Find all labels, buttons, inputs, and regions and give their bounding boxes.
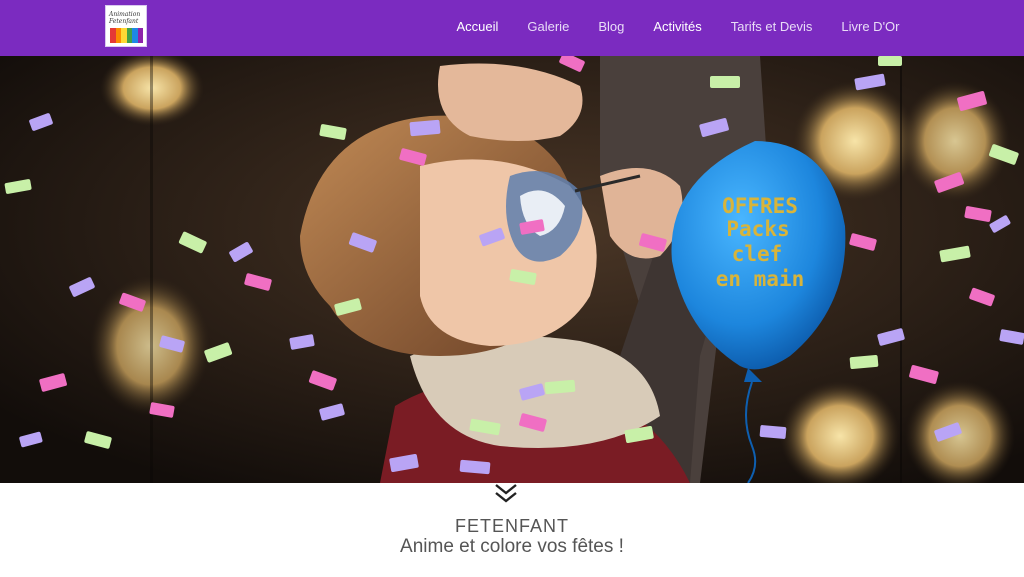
nav-accueil[interactable]: Accueil	[442, 19, 513, 34]
main-nav: Accueil Galerie Blog Activités Tarifs et…	[442, 0, 914, 52]
site-logo[interactable]: Animation Fetenfant	[105, 5, 147, 47]
nav-blog[interactable]: Blog	[584, 19, 639, 34]
balloon-line-3: clef	[732, 242, 783, 266]
brand-tagline: Anime et colore vos fêtes !	[400, 536, 624, 557]
brand-name: FETENFANT	[454, 516, 569, 536]
nav-galerie[interactable]: Galerie	[513, 19, 584, 34]
scroll-down-button[interactable]	[492, 482, 520, 504]
hero-image: OFFRES Packs clef en main	[0, 56, 1024, 483]
nav-livre-dor[interactable]: Livre D'Or	[827, 19, 914, 34]
logo-text: Animation Fetenfant	[109, 11, 141, 25]
logo-stripe	[137, 28, 143, 43]
top-navbar: Animation Fetenfant Accueil Galerie Blog…	[0, 0, 1024, 56]
balloon-line-4: en main	[716, 267, 805, 291]
nav-tarifs-devis[interactable]: Tarifs et Devis	[716, 19, 827, 34]
balloon-line-2: Packs	[726, 217, 789, 241]
hero-banner: OFFRES Packs clef en main	[0, 56, 1024, 483]
logo-stripes	[110, 28, 143, 43]
nav-activites[interactable]: Activités	[639, 19, 716, 34]
double-chevron-down-icon	[495, 484, 517, 503]
balloon-line-1: OFFRES	[722, 194, 798, 218]
